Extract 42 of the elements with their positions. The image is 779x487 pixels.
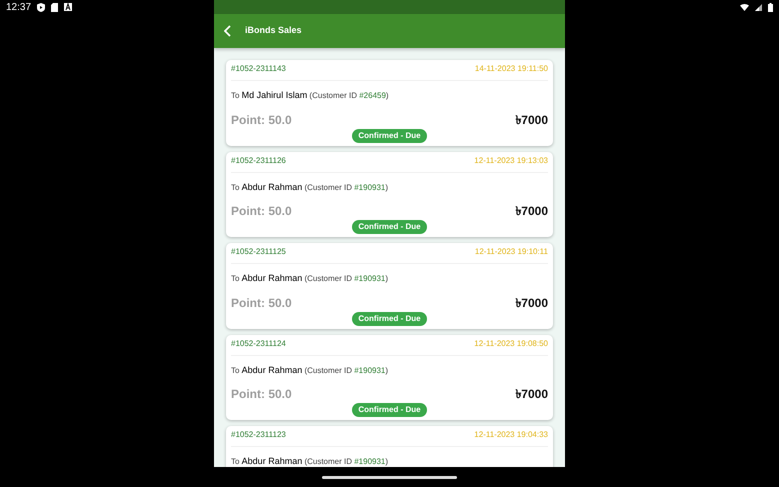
recipient-line: To Abdur Rahman (Customer ID #190931) <box>231 272 390 285</box>
sale-card[interactable]: #1052-2311123 12-11-2023 19:04:33 To Abdur Rahman (Customer ID #190931) <box>226 426 553 467</box>
home-indicator[interactable] <box>322 476 457 478</box>
order-number: #1052-2311125 <box>231 246 286 258</box>
clock-time: 12:37 <box>6 0 32 14</box>
order-date: 12-11-2023 19:13:03 <box>474 154 548 166</box>
status-label: Confirmed - Due <box>352 128 427 142</box>
order-date: 12-11-2023 19:08:50 <box>474 338 548 350</box>
order-number: #1052-2311124 <box>231 338 286 350</box>
play-shield-icon <box>37 2 46 12</box>
recipient-line: To Md Jahirul Islam (Customer ID #26459) <box>231 89 390 102</box>
order-number: #1052-2311126 <box>231 154 286 166</box>
back-icon[interactable] <box>224 25 231 37</box>
sale-card[interactable]: #1052-2311124 12-11-2023 19:08:50 To Abdur Rahman (Customer ID #190931) Point: 50.0 ৳7000 Confirmed - Due <box>226 334 553 420</box>
status-label: Confirmed - Due <box>352 220 427 234</box>
sale-amount: ৳7000 <box>515 386 548 403</box>
point-value: Point: 50.0 <box>231 386 292 403</box>
order-number: #1052-2311123 <box>231 429 286 441</box>
order-number: #1052-2311143 <box>231 63 286 75</box>
letter-a-icon <box>64 3 72 11</box>
sale-amount: ৳7000 <box>515 294 548 312</box>
point-value: Point: 50.0 <box>231 203 292 220</box>
sale-card[interactable]: #1052-2311125 12-11-2023 19:10:11 To Abdur Rahman (Customer ID #190931) Point: 50.0 ৳7000 Confirmed - Due <box>226 243 553 328</box>
recipient-line: To Abdur Rahman (Customer ID #190931) <box>231 364 390 377</box>
battery-icon <box>768 2 773 12</box>
point-value: Point: 50.0 <box>231 294 292 312</box>
wifi-icon <box>740 4 749 10</box>
recipient-line: To Abdur Rahman (Customer ID #190931) <box>231 180 390 194</box>
order-date: 14-11-2023 19:11:50 <box>474 63 548 75</box>
recipient-line: To Abdur Rahman (Customer ID #190931) <box>231 455 390 467</box>
point-value: Point: 50.0 <box>231 112 292 128</box>
order-date: 12-11-2023 19:10:11 <box>474 246 548 258</box>
order-date: 12-11-2023 19:04:33 <box>474 429 548 441</box>
screen-title: iBonds Sales <box>245 24 302 38</box>
sale-amount: ৳7000 <box>515 112 548 128</box>
signal-icon <box>755 4 762 10</box>
sale-amount: ৳7000 <box>515 203 548 220</box>
sd-card-icon <box>51 2 58 12</box>
sale-card[interactable]: #1052-2311143 14-11-2023 19:11:50 To Md Jahirul Islam (Customer ID #26459) Point: 50.0 ৳7000 Confirmed - Due <box>226 60 553 146</box>
status-label: Confirmed - Due <box>352 312 427 326</box>
sale-card[interactable]: #1052-2311126 12-11-2023 19:13:03 To Abdur Rahman (Customer ID #190931) Point: 50.0 ৳7000 Confirmed - Due <box>226 152 553 237</box>
status-label: Confirmed - Due <box>352 403 427 417</box>
